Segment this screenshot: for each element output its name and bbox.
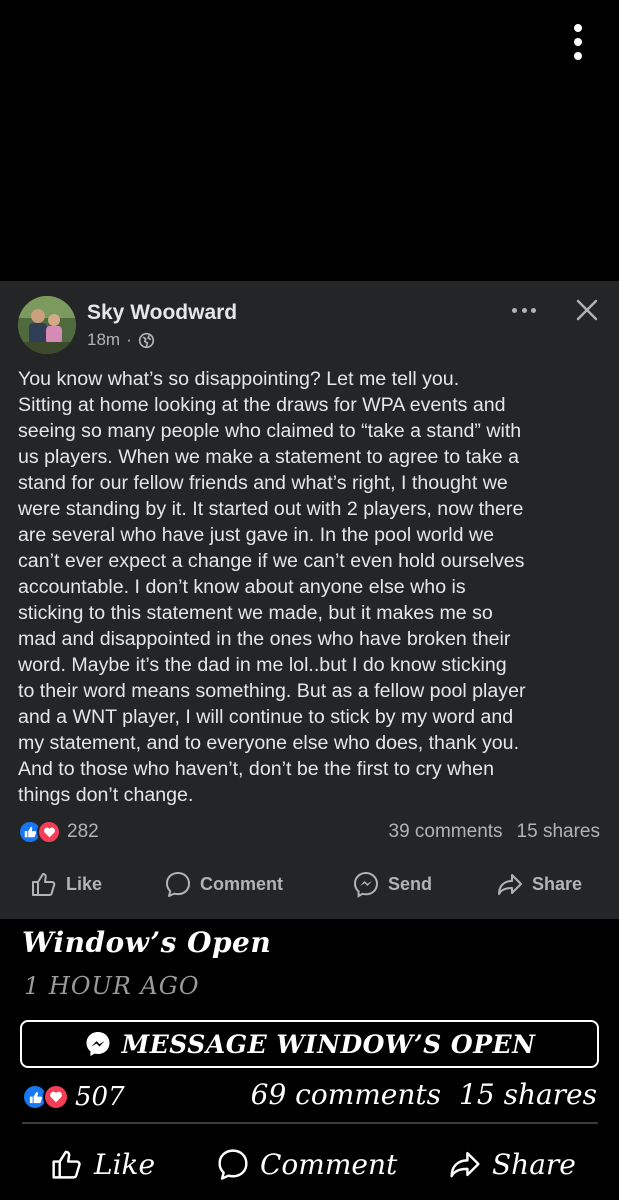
meta-separator: · bbox=[126, 330, 132, 349]
like-label: Like bbox=[66, 873, 103, 894]
comment-label: Comment bbox=[200, 873, 284, 894]
avatar[interactable] bbox=[18, 296, 76, 354]
heart-icon bbox=[43, 1084, 69, 1110]
comments-count[interactable]: 39 comments bbox=[389, 821, 503, 843]
engagement-counts: 39 comments 15 shares bbox=[389, 821, 601, 843]
close-icon[interactable] bbox=[575, 298, 599, 322]
messenger-icon bbox=[86, 1032, 110, 1056]
overlay-share-button[interactable]: Share bbox=[448, 1142, 576, 1186]
speech-bubble-icon bbox=[218, 1149, 248, 1180]
divider bbox=[22, 1122, 598, 1124]
reaction-count: 282 bbox=[67, 821, 99, 842]
heart-icon bbox=[37, 820, 61, 844]
messenger-icon bbox=[353, 871, 379, 898]
thumbs-up-icon bbox=[32, 873, 56, 896]
overlay-like-button[interactable]: Like bbox=[50, 1142, 155, 1186]
overlay-comment-button[interactable]: Comment bbox=[216, 1142, 397, 1186]
thumbs-up-icon bbox=[52, 1150, 81, 1179]
overlay-comment-label: Comment bbox=[260, 1147, 398, 1181]
overlay-reaction-count: 507 bbox=[75, 1082, 125, 1112]
overlay-shares-count[interactable]: 15 shares bbox=[459, 1078, 597, 1111]
send-label: Send bbox=[388, 873, 433, 894]
share-button[interactable]: Share bbox=[496, 864, 582, 904]
globe-icon bbox=[138, 332, 154, 348]
send-button[interactable]: Send bbox=[352, 864, 432, 904]
post-time[interactable]: 18m bbox=[87, 330, 120, 350]
share-arrow-icon bbox=[450, 1151, 480, 1178]
overlay-like-label: Like bbox=[94, 1147, 156, 1181]
message-button-label: MESSAGE WINDOW’S OPEN bbox=[121, 1029, 536, 1059]
overlay-comments-count[interactable]: 69 comments bbox=[251, 1078, 441, 1111]
overlay-share-label: Share bbox=[492, 1147, 576, 1181]
horizontal-dots-icon[interactable] bbox=[508, 298, 540, 322]
speech-bubble-icon bbox=[166, 872, 190, 897]
post-body: You know what’s so disappointing? Let me… bbox=[18, 368, 526, 806]
overlay-action-bar: Like Comment Share bbox=[0, 1142, 619, 1186]
share-arrow-icon bbox=[498, 874, 522, 895]
post-meta: 18m · bbox=[87, 330, 155, 350]
reaction-summary[interactable]: 282 bbox=[18, 820, 99, 844]
share-label: Share bbox=[532, 873, 583, 894]
comment-button[interactable]: Comment bbox=[164, 864, 283, 904]
message-button[interactable]: MESSAGE WINDOW’S OPEN bbox=[20, 1020, 599, 1068]
more-options-icon[interactable] bbox=[562, 20, 594, 64]
author-name[interactable]: Sky Woodward bbox=[87, 301, 237, 325]
overlay-engagement-counts: 69 comments 15 shares bbox=[251, 1078, 597, 1111]
like-button[interactable]: Like bbox=[30, 864, 102, 904]
overlay-reaction-summary[interactable]: 507 bbox=[22, 1082, 125, 1112]
page-title: Window’s Open bbox=[22, 926, 272, 959]
overlay-time: 1 HOUR AGO bbox=[24, 972, 200, 1000]
shares-count[interactable]: 15 shares bbox=[517, 821, 600, 843]
post-action-bar: Like Comment Send Share bbox=[0, 864, 619, 904]
